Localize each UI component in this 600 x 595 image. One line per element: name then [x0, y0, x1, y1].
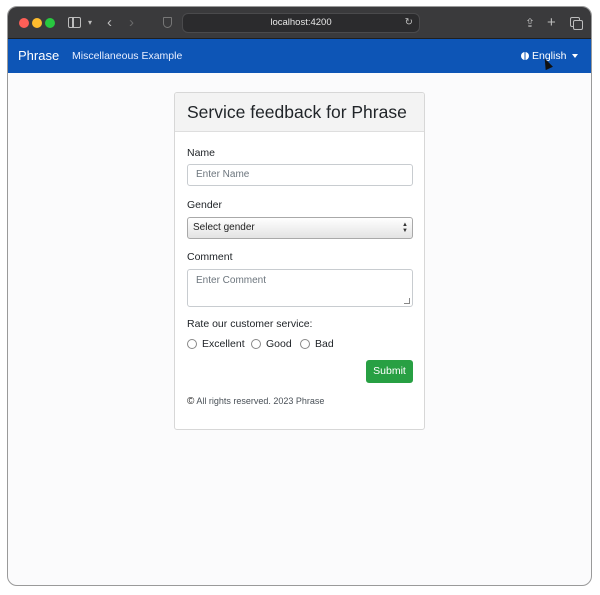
rating-option-label: Bad: [315, 338, 334, 350]
forward-arrow-icon[interactable]: ›: [129, 7, 134, 39]
submit-button[interactable]: Submit: [366, 360, 413, 383]
copyright-icon: ©: [187, 396, 195, 407]
caret-down-icon: [572, 54, 579, 58]
rating-option-good[interactable]: Good: [251, 338, 292, 350]
card-title: Service feedback for Phrase: [175, 93, 424, 132]
maximize-window-button[interactable]: [45, 18, 55, 28]
comment-label: Comment: [187, 251, 233, 263]
gender-label: Gender: [187, 199, 223, 211]
comment-placeholder: Enter Comment: [196, 275, 267, 286]
address-bar[interactable]: localhost:4200 ↻: [182, 13, 420, 33]
footer-text: All rights reserved. 2023 Phrase: [196, 396, 325, 406]
close-window-button[interactable]: [19, 18, 29, 28]
resize-handle-icon[interactable]: [404, 298, 410, 304]
sidebar-toggle-icon[interactable]: [68, 17, 81, 28]
radio-circle-icon[interactable]: [187, 338, 197, 349]
share-icon[interactable]: ⇪: [525, 7, 535, 39]
gender-select[interactable]: Select gender ▲ ▼: [187, 217, 413, 239]
new-tab-plus-icon[interactable]: +: [547, 7, 556, 39]
select-arrows-icon: ▲ ▼: [402, 222, 408, 234]
comment-textarea[interactable]: Enter Comment: [187, 269, 413, 307]
nav-link-misc-example[interactable]: Miscellaneous Example: [72, 39, 182, 73]
name-input[interactable]: Enter Name: [187, 164, 413, 186]
radio-circle-icon[interactable]: [300, 338, 310, 349]
globe-icon: [521, 51, 529, 60]
privacy-shield-icon[interactable]: [163, 17, 172, 28]
chevron-down-icon[interactable]: ▾: [88, 7, 92, 39]
browser-window: ▾ ‹ › localhost:4200 ↻ ⇪ + Phrase Miscel…: [7, 6, 592, 586]
browser-toolbar: ▾ ‹ › localhost:4200 ↻ ⇪ +: [8, 7, 591, 39]
rating-option-label: Good: [266, 338, 292, 350]
footer-copyright: © All rights reserved. 2023 Phrase: [187, 396, 324, 407]
address-url: localhost:4200: [270, 17, 332, 28]
name-label: Name: [187, 147, 216, 159]
gender-selected-value: Select gender: [193, 222, 255, 233]
rating-option-bad[interactable]: Bad: [300, 338, 334, 350]
minimize-window-button[interactable]: [32, 18, 42, 28]
feedback-card: Service feedback for Phrase Name Enter N…: [174, 92, 425, 430]
radio-circle-icon[interactable]: [251, 338, 261, 349]
tab-overview-icon[interactable]: [570, 17, 583, 30]
navbar: Phrase Miscellaneous Example English: [8, 39, 591, 73]
reload-icon[interactable]: ↻: [405, 14, 413, 32]
rating-label: Rate our customer service:: [187, 318, 313, 330]
rating-option-label: Excellent: [202, 338, 245, 350]
back-arrow-icon[interactable]: ‹: [107, 7, 112, 39]
navbar-brand[interactable]: Phrase: [18, 39, 59, 73]
rating-option-excellent[interactable]: Excellent: [187, 338, 245, 350]
